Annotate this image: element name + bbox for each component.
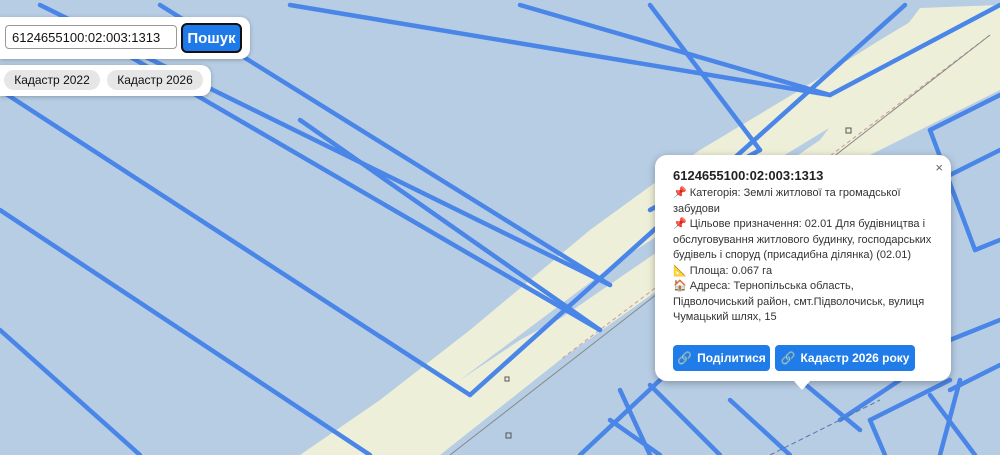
close-icon[interactable]: × <box>935 160 943 175</box>
cadastre-2026-button-label: Кадастр 2026 року <box>800 351 910 365</box>
parcel-address: 🏠 Адреса: Тернопільська область, Підволо… <box>673 280 925 323</box>
link-icon: 🔗 <box>780 351 796 365</box>
popup-tip <box>793 380 811 390</box>
share-button-label: Поділитися <box>697 351 766 365</box>
parcel-category: 📌 Категорія: Землі житлової та громадськ… <box>673 187 901 215</box>
cadastre-2026-button[interactable]: 🔗 Кадастр 2026 року <box>775 345 915 371</box>
search-button[interactable]: Пошук <box>181 23 242 53</box>
layer-button-kadastr-2026[interactable]: Кадастр 2026 <box>107 70 203 90</box>
search-input[interactable] <box>5 25 177 49</box>
share-button[interactable]: 🔗 Поділитися <box>673 345 770 371</box>
parcel-area: 📐 Площа: 0.067 га <box>673 264 773 277</box>
link-icon: 🔗 <box>677 351 693 365</box>
parcel-purpose: 📌 Цільове призначення: 02.01 Для будівни… <box>673 218 932 261</box>
layer-button-kadastr-2022[interactable]: Кадастр 2022 <box>4 70 100 90</box>
search-panel: Пошук <box>0 17 250 59</box>
parcel-info-popup: × 6124655100:02:003:1313 📌 Категорія: Зе… <box>655 155 951 381</box>
parcel-cadastral-number: 6124655100:02:003:1313 <box>673 168 824 183</box>
layer-switcher: Кадастр 2022 Кадастр 2026 <box>0 65 211 96</box>
